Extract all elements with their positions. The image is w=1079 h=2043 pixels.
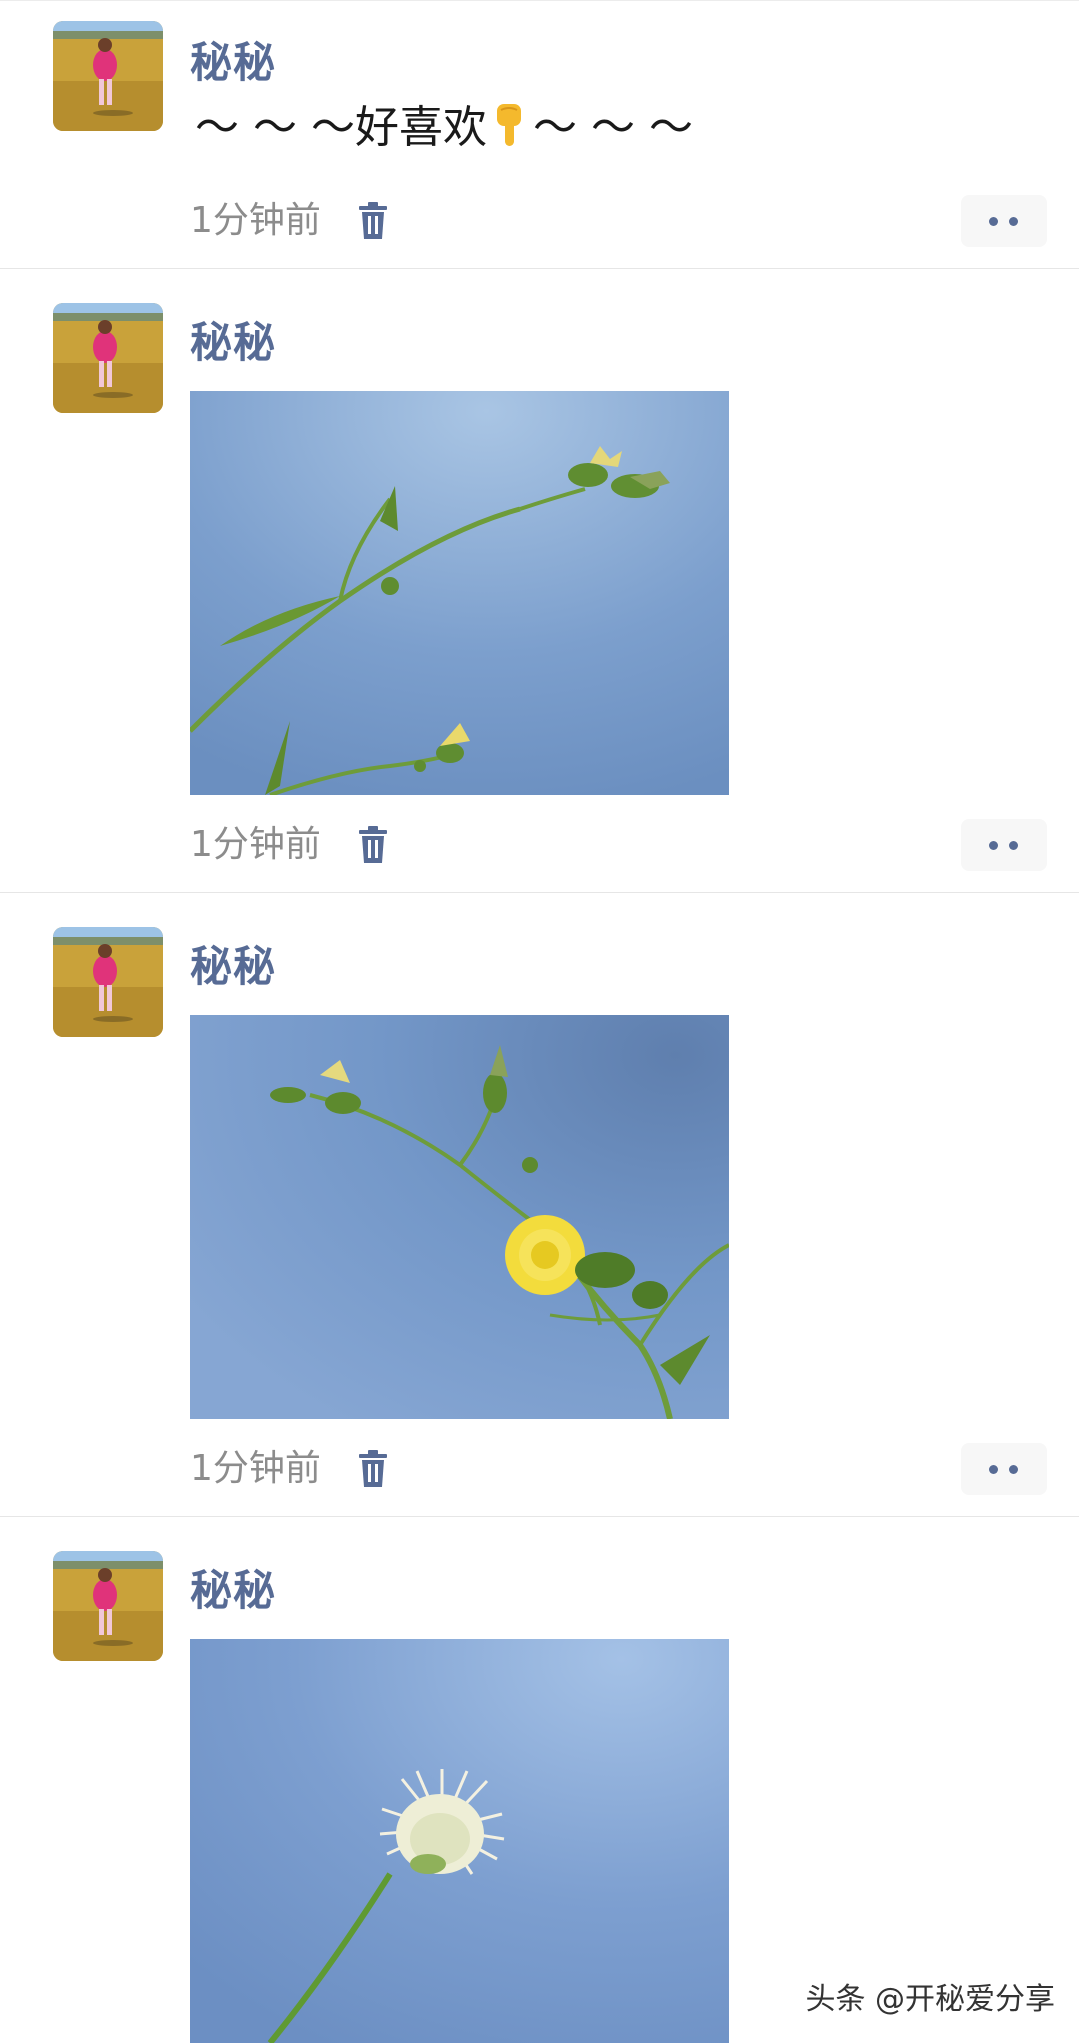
watermark: 头条 @开秘爱分享 [805,1982,1055,2017]
post-text-after: ～ ～ ～ [532,102,693,153]
post-time: 1分钟前 [190,1448,321,1489]
poster-name[interactable]: 秘秘 [190,1557,276,1618]
post-time: 1分钟前 [190,824,321,865]
poster-name[interactable]: 秘秘 [190,29,276,90]
avatar[interactable] [53,927,163,1037]
more-options-button[interactable] [961,195,1047,247]
more-options-button[interactable] [961,819,1047,871]
dot-icon [1009,1465,1018,1474]
moment-post: 秘秘 [0,892,1079,1517]
post-photo[interactable] [190,1015,729,1419]
dot-icon [1009,217,1018,226]
avatar[interactable] [53,303,163,413]
moment-post: 秘秘 [0,1516,1079,2043]
avatar[interactable] [53,21,163,131]
pointing-down-hand-icon [493,102,527,159]
moment-post: 秘秘 [0,268,1079,893]
more-options-button[interactable] [961,1443,1047,1495]
dot-icon [989,841,998,850]
avatar[interactable] [53,1551,163,1661]
post-text-before: ～ ～ ～好喜欢 [195,102,487,153]
moment-post: 秘秘 ～ ～ ～好喜欢 ～ ～ ～ 1分钟前 [0,0,1079,269]
trash-icon[interactable] [358,1449,388,1489]
poster-name[interactable]: 秘秘 [190,309,276,370]
trash-icon[interactable] [358,825,388,865]
dot-icon [989,1465,998,1474]
post-text: ～ ～ ～好喜欢 ～ ～ ～ [195,91,693,159]
dot-icon [989,217,998,226]
trash-icon[interactable] [358,201,388,241]
dot-icon [1009,841,1018,850]
post-time: 1分钟前 [190,200,321,241]
poster-name[interactable]: 秘秘 [190,933,276,994]
post-photo[interactable] [190,1639,729,2043]
post-photo[interactable] [190,391,729,795]
